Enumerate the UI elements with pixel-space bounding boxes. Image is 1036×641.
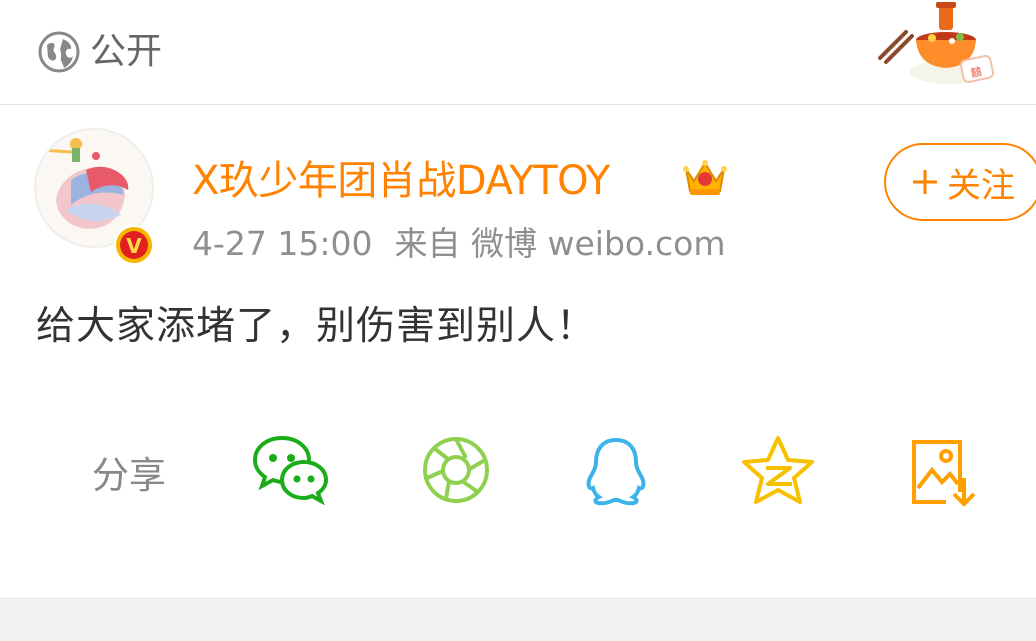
top-bar: 公开 囍 [0, 0, 1036, 105]
follow-label: 关注 [947, 165, 1015, 206]
visibility-selector[interactable]: 公开 [38, 30, 162, 74]
moments-icon[interactable] [416, 432, 496, 512]
save-image-icon[interactable] [902, 432, 982, 512]
share-label: 分享 [92, 454, 166, 497]
hotpot-icon: 囍 [878, 2, 995, 84]
username[interactable]: X玖少年团肖战DAYTOY [192, 155, 610, 207]
svg-text:V: V [126, 234, 142, 258]
bottom-divider [0, 598, 1036, 641]
post-source[interactable]: 来自 微博 weibo.com [395, 224, 726, 263]
visibility-label: 公开 [90, 31, 163, 72]
qzone-icon[interactable] [738, 432, 818, 512]
crown-icon[interactable] [682, 155, 728, 201]
share-bar: 分享 [0, 432, 1036, 532]
avatar-container[interactable]: V [34, 128, 154, 265]
post-meta: 4-27 15:00 来自 微博 weibo.com [192, 222, 725, 266]
verified-v-icon: V [114, 225, 154, 265]
qq-icon[interactable] [576, 432, 656, 512]
post-content: 给大家添堵了，别伤害到别人！ [36, 304, 597, 349]
follow-button[interactable]: 关注 [884, 143, 1036, 221]
plus-icon [913, 170, 937, 194]
globe-icon [38, 31, 80, 73]
wechat-icon[interactable] [252, 432, 332, 512]
post-timestamp: 4-27 15:00 [192, 224, 373, 263]
